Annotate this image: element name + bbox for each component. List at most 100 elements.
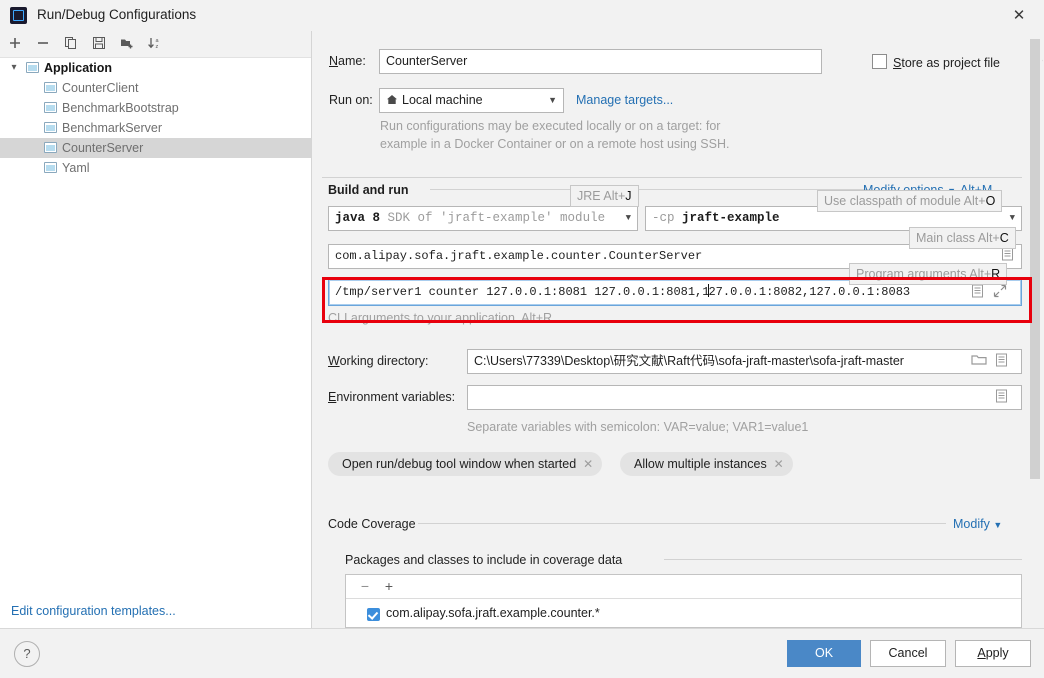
- chip-label: Allow multiple instances: [634, 457, 767, 471]
- add-package-button[interactable]: +: [380, 578, 398, 594]
- title-bar: Run/Debug Configurations ✕: [0, 0, 1044, 31]
- coverage-packages-table: − + com.alipay.sofa.jraft.example.counte…: [345, 574, 1022, 628]
- chip-label: Open run/debug tool window when started: [342, 457, 577, 471]
- run-on-label: Run on:: [329, 93, 373, 107]
- coverage-row-label: com.alipay.sofa.jraft.example.counter.*: [386, 606, 600, 620]
- build-and-run-title: Build and run: [328, 183, 409, 197]
- tooltip-jre: JRE Alt+J: [570, 185, 639, 207]
- checkbox-box[interactable]: [872, 54, 887, 69]
- tooltip-main-class: Main class Alt+C: [909, 227, 1016, 249]
- tree-item-label: CounterClient: [62, 81, 139, 95]
- chip-allow-multiple-instances[interactable]: Allow multiple instances ✕: [620, 452, 793, 476]
- program-arguments-value-after-caret: 27.0.0.1:8082,127.0.0.1:8083: [708, 285, 911, 299]
- edit-configuration-templates-link[interactable]: Edit configuration templates...: [11, 604, 176, 618]
- environment-variables-label-rest: nvironment variables:: [336, 390, 456, 404]
- run-config-icon: [44, 122, 57, 133]
- tooltip-program-arguments: Program arguments Alt+R: [849, 263, 1008, 285]
- expand-editor-icon[interactable]: [993, 284, 1008, 299]
- environment-variables-input[interactable]: [467, 385, 1022, 410]
- jre-value: java 8: [335, 211, 381, 225]
- tree-item-label: Yaml: [62, 161, 90, 175]
- remove-package-button[interactable]: −: [356, 578, 374, 594]
- jre-description: SDK of 'jraft-example' module: [387, 211, 606, 225]
- configurations-tree: ▾ Application CounterClient BenchmarkBoo…: [0, 58, 311, 178]
- apply-button[interactable]: Apply: [955, 640, 1031, 667]
- dialog-footer: ? OK Cancel Apply: [0, 628, 1044, 678]
- tree-node-application[interactable]: ▾ Application: [0, 58, 311, 78]
- store-as-project-file-checkbox[interactable]: Store as project file: [872, 54, 1000, 70]
- working-directory-input[interactable]: C:\Users\77339\Desktop\研究文献\Raft代码\sofa-…: [467, 349, 1022, 374]
- chip-open-run-debug-tool-window[interactable]: Open run/debug tool window when started …: [328, 452, 603, 476]
- cancel-button[interactable]: Cancel: [870, 640, 946, 667]
- new-folder-icon[interactable]: [116, 34, 138, 54]
- classpath-prefix: -cp: [652, 211, 675, 225]
- save-configuration-button[interactable]: [88, 34, 110, 54]
- tree-node-label: Application: [44, 61, 113, 75]
- coverage-row-checkbox[interactable]: [367, 608, 380, 621]
- run-config-icon: [44, 102, 57, 113]
- close-icon[interactable]: ✕: [774, 452, 784, 476]
- run-config-icon: [44, 82, 57, 93]
- run-on-select[interactable]: Local machine ▼: [379, 88, 564, 113]
- run-on-value: Local machine: [402, 93, 483, 107]
- coverage-packages-rule: [664, 559, 1022, 560]
- working-directory-macro-icon[interactable]: [995, 353, 1010, 368]
- sidebar-toolbar: az: [0, 31, 311, 58]
- classpath-module: jraft-example: [682, 211, 780, 225]
- program-arguments-hint: CLI arguments to your application. Alt+R: [328, 311, 553, 325]
- close-icon[interactable]: ✕: [1006, 5, 1032, 27]
- editor-scrollbar-thumb[interactable]: [1030, 39, 1040, 479]
- coverage-table-toolbar: − +: [346, 575, 1021, 599]
- build-and-run-rule: [430, 189, 870, 190]
- manage-targets-link[interactable]: Manage targets...: [576, 93, 673, 107]
- section-divider: [322, 177, 1022, 178]
- environment-variables-hint: Separate variables with semicolon: VAR=v…: [467, 420, 809, 434]
- close-icon[interactable]: ✕: [583, 452, 593, 476]
- apply-label-rest: pply: [985, 646, 1009, 660]
- tree-item-label: CounterServer: [62, 141, 144, 155]
- tree-item-yaml[interactable]: Yaml: [0, 158, 311, 178]
- sort-alphabetically-icon[interactable]: az: [144, 34, 166, 54]
- window-title: Run/Debug Configurations: [37, 7, 197, 22]
- tree-item-counterserver[interactable]: CounterServer: [0, 138, 311, 158]
- run-config-icon: [44, 142, 57, 153]
- tooltip-use-classpath-of-module: Use classpath of module Alt+O: [817, 190, 1003, 212]
- name-label: Name:: [329, 54, 366, 68]
- run-on-hint-line2: example in a Docker Container or on a re…: [380, 137, 730, 151]
- svg-text:z: z: [156, 44, 159, 50]
- jre-select[interactable]: java 8 SDK of 'jraft-example' module ▼: [328, 206, 638, 231]
- chevron-down-icon[interactable]: ▼: [626, 207, 631, 230]
- chevron-down-icon: ▼: [993, 520, 1003, 530]
- tree-item-benchmarkserver[interactable]: BenchmarkServer: [0, 118, 311, 138]
- coverage-packages-title: Packages and classes to include in cover…: [345, 553, 623, 567]
- configuration-editor: Name: CounterServer Store as project fil…: [312, 31, 1044, 628]
- program-arguments-list-icon[interactable]: [971, 284, 986, 299]
- apply-mnemonic: A: [977, 646, 986, 660]
- tree-item-benchmarkbootstrap[interactable]: BenchmarkBootstrap: [0, 98, 311, 118]
- working-directory-label-rest: orking directory:: [339, 354, 429, 368]
- tree-item-counterclient[interactable]: CounterClient: [0, 78, 311, 98]
- tree-item-label: BenchmarkServer: [62, 121, 163, 135]
- application-icon: [26, 62, 39, 73]
- store-as-project-file-label: tore as project file: [901, 56, 1001, 70]
- run-on-hint-line1: Run configurations may be executed local…: [380, 119, 721, 133]
- add-configuration-button[interactable]: [4, 34, 26, 54]
- name-input[interactable]: CounterServer: [379, 49, 822, 74]
- run-debug-configurations-dialog: ··········· ········· ············ Run/D…: [0, 0, 1044, 678]
- folder-icon[interactable]: [971, 353, 987, 368]
- chevron-down-icon[interactable]: ▾: [8, 58, 20, 78]
- ok-button[interactable]: OK: [787, 640, 861, 667]
- remove-configuration-button[interactable]: [32, 34, 54, 54]
- environment-variables-label: Environment variables:: [328, 390, 456, 404]
- chevron-down-icon[interactable]: ▼: [548, 89, 557, 112]
- configurations-sidebar: az ▾ Application CounterClient Benchmark…: [0, 31, 312, 628]
- code-coverage-modify-link[interactable]: Modify ▼: [953, 517, 1002, 531]
- copy-configuration-button[interactable]: [60, 34, 82, 54]
- tree-item-label: BenchmarkBootstrap: [62, 101, 179, 115]
- help-button[interactable]: ?: [14, 641, 40, 667]
- name-label-rest: ame:: [338, 54, 366, 68]
- editor-scrollbar-track[interactable]: [1028, 31, 1042, 628]
- environment-variables-editor-icon[interactable]: [995, 389, 1010, 404]
- main-class-browse-icon[interactable]: [1001, 247, 1016, 262]
- run-config-icon: [44, 162, 57, 173]
